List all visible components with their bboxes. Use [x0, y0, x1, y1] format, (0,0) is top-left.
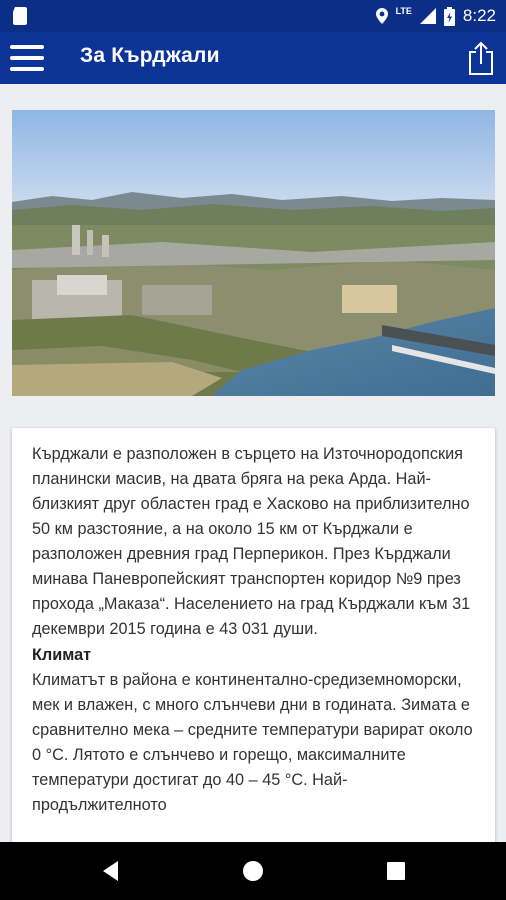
app-bar: За Кърджали — [0, 32, 506, 84]
climate-text: Климатът в района е континентално-средиз… — [32, 671, 473, 814]
content-area[interactable]: Кърджали е разположен в сърцето на Източ… — [0, 84, 506, 842]
navigation-bar — [0, 842, 506, 900]
share-icon[interactable] — [466, 40, 496, 76]
home-icon[interactable] — [238, 856, 268, 886]
location-icon — [375, 8, 388, 24]
status-bar: LTE 8:22 — [0, 0, 506, 32]
recents-icon[interactable] — [381, 856, 411, 886]
page-title: За Кърджали — [80, 44, 220, 67]
back-icon[interactable] — [96, 856, 126, 886]
article-intro-text: Кърджали е разположен в сърцето на Източ… — [32, 445, 471, 638]
signal-icon — [419, 8, 436, 24]
aerial-city-photo — [12, 110, 495, 396]
hamburger-menu-icon[interactable] — [10, 42, 44, 74]
status-icons: LTE 8:22 — [375, 0, 496, 32]
article-card: Кърджали е разположен в сърцето на Източ… — [12, 428, 495, 842]
network-type-label: LTE — [395, 6, 412, 16]
battery-icon — [443, 6, 455, 26]
climate-heading: Климат — [32, 646, 92, 664]
status-time: 8:22 — [462, 6, 496, 25]
sim-card-icon — [13, 7, 27, 25]
